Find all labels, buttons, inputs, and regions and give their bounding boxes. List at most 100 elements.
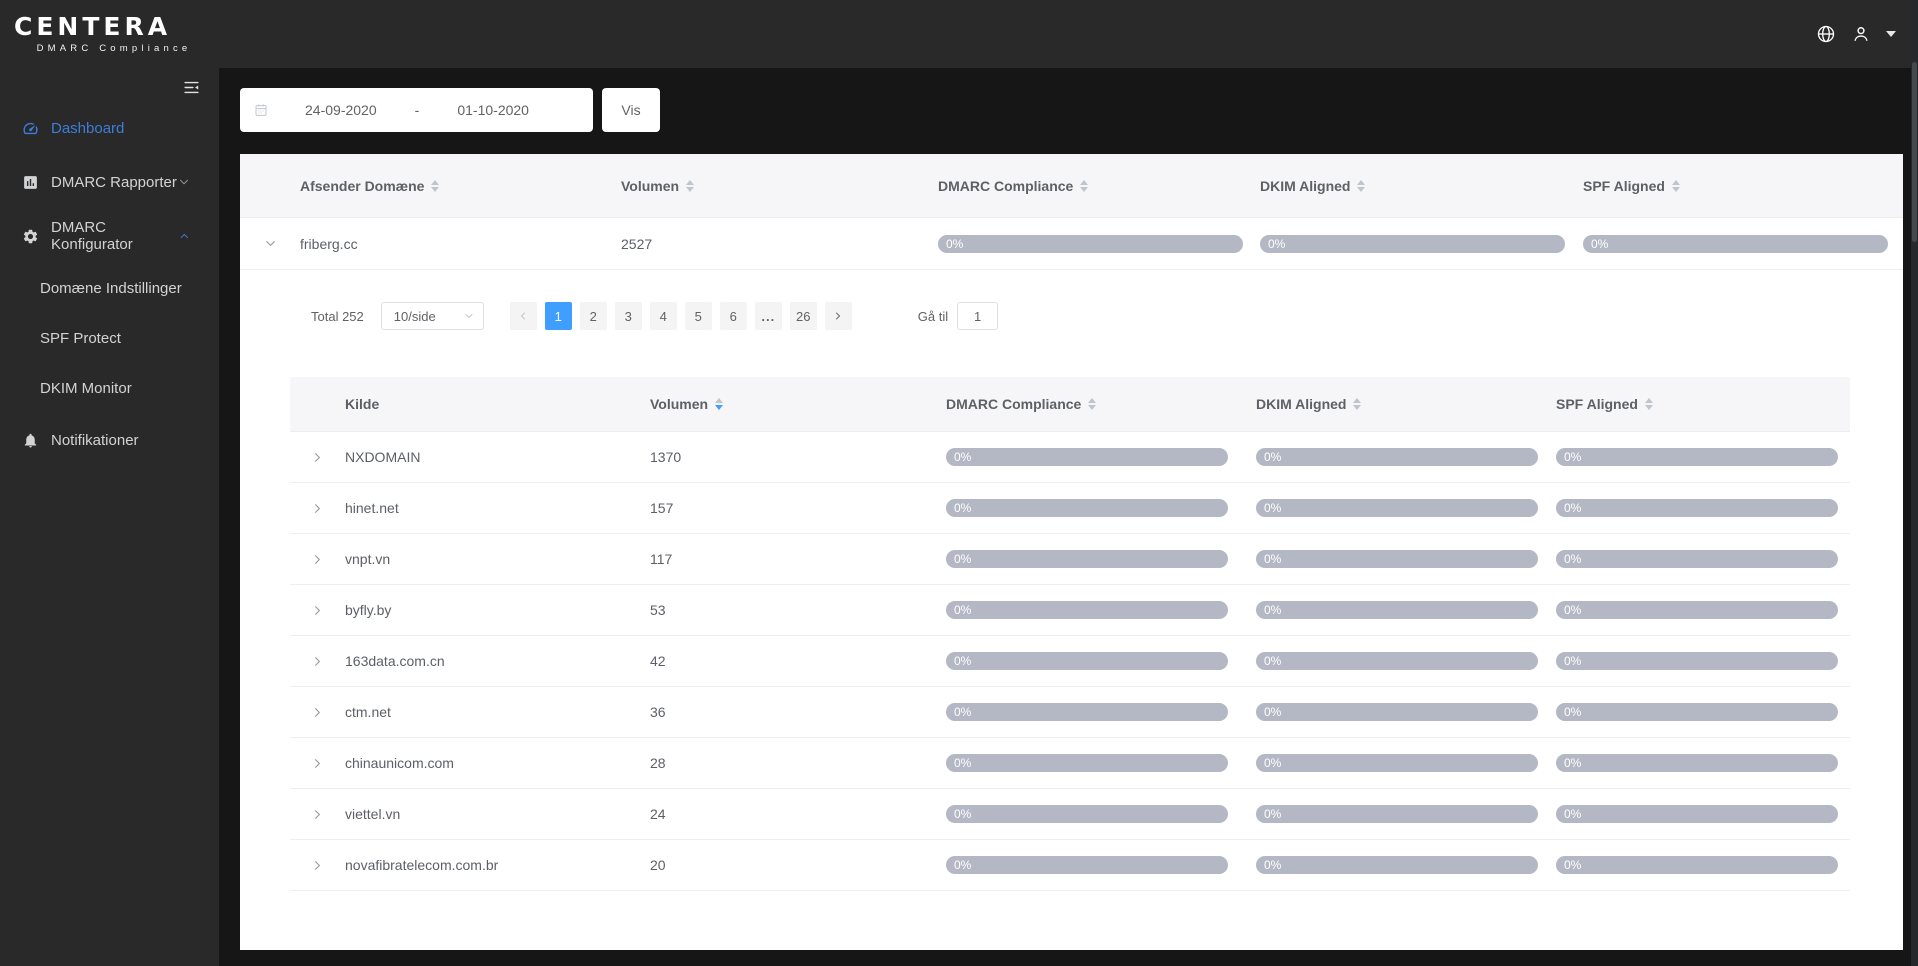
- progress-label: 0%: [1264, 807, 1281, 821]
- column-header-dmarc-compliance[interactable]: DMARC Compliance: [938, 178, 1260, 194]
- row-expander[interactable]: [290, 756, 345, 771]
- page-list: 123456... 26: [541, 302, 821, 330]
- row-expander[interactable]: [290, 552, 345, 567]
- sidebar-item-spf-protect[interactable]: SPF Protect: [0, 313, 219, 363]
- dkim-progress-bar: 0%: [1256, 856, 1538, 874]
- dkim-progress-bar: 0%: [1256, 499, 1538, 517]
- row-expander[interactable]: [290, 501, 345, 516]
- chevron-up-icon: [178, 229, 191, 243]
- menu-fold-icon[interactable]: [183, 79, 200, 96]
- progress-label: 0%: [954, 807, 971, 821]
- sidebar-item-dmarc-konfigurator[interactable]: DMARC Konfigurator: [0, 209, 219, 263]
- view-button[interactable]: Vis: [602, 88, 660, 132]
- source-cell: ctm.net: [345, 704, 650, 720]
- progress-label: 0%: [1564, 858, 1581, 872]
- volume-cell: 28: [650, 755, 946, 771]
- page-button-3[interactable]: 3: [615, 302, 642, 330]
- sidebar-item-domaene-indstillinger[interactable]: Domæne Indstillinger: [0, 263, 219, 313]
- column-header-dkim-aligned[interactable]: DKIM Aligned: [1260, 178, 1583, 194]
- date-to-value[interactable]: 01-10-2020: [421, 102, 565, 118]
- page-button-6[interactable]: 6: [720, 302, 747, 330]
- progress-label: 0%: [1591, 237, 1608, 251]
- page-button-26[interactable]: 26: [790, 302, 817, 330]
- row-expander[interactable]: [290, 807, 345, 822]
- column-label: SPF Aligned: [1556, 396, 1638, 412]
- sidebar-item-label: DMARC Rapporter: [51, 174, 177, 191]
- spf-progress-bar: 0%: [1556, 703, 1838, 721]
- column-label: DKIM Aligned: [1260, 178, 1350, 194]
- source-cell: vnpt.vn: [345, 551, 650, 567]
- column-header-dmarc-compliance[interactable]: DMARC Compliance: [946, 396, 1256, 412]
- row-expander[interactable]: [290, 654, 345, 669]
- row-expander[interactable]: [290, 603, 345, 618]
- brand-tagline: DMARC Compliance: [14, 43, 214, 54]
- page-size-select[interactable]: 10/side: [381, 302, 484, 330]
- prev-page-button[interactable]: [510, 302, 537, 330]
- calendar-icon: [253, 102, 269, 118]
- column-label: DMARC Compliance: [946, 396, 1081, 412]
- table-row: ctm.net 36 0% 0% 0%: [290, 687, 1850, 738]
- sidebar-item-label: Dashboard: [51, 120, 124, 137]
- goto-page-input[interactable]: [957, 302, 998, 330]
- row-expander[interactable]: [290, 450, 345, 465]
- sidebar-item-label: Domæne Indstillinger: [40, 280, 182, 297]
- page-button-2[interactable]: 2: [580, 302, 607, 330]
- pagination-total: Total 252: [311, 309, 364, 324]
- sort-carets-icon: [1088, 398, 1096, 410]
- progress-label: 0%: [1564, 603, 1581, 617]
- row-expander[interactable]: [240, 236, 300, 251]
- dkim-progress-bar: 0%: [1256, 805, 1538, 823]
- next-page-button[interactable]: [825, 302, 852, 330]
- chevron-right-icon: [310, 501, 325, 516]
- table-row: hinet.net 157 0% 0% 0%: [290, 483, 1850, 534]
- scrollbar[interactable]: [1911, 0, 1918, 966]
- sidebar-item-dmarc-rapporter[interactable]: DMARC Rapporter: [0, 155, 219, 209]
- scrollbar-thumb[interactable]: [1912, 62, 1917, 242]
- progress-label: 0%: [1264, 603, 1281, 617]
- volume-cell: 1370: [650, 449, 946, 465]
- column-header-volumen[interactable]: Volumen: [650, 396, 946, 412]
- column-header-spf-aligned[interactable]: SPF Aligned: [1556, 396, 1850, 412]
- chevron-right-icon: [832, 310, 844, 322]
- dmarc-progress-bar: 0%: [946, 652, 1228, 670]
- page-button-5[interactable]: 5: [685, 302, 712, 330]
- column-label: DKIM Aligned: [1256, 396, 1346, 412]
- volume-cell: 53: [650, 602, 946, 618]
- date-range-picker[interactable]: 24-09-2020 - 01-10-2020: [240, 88, 593, 132]
- chevron-right-icon: [310, 756, 325, 771]
- column-label: SPF Aligned: [1583, 178, 1665, 194]
- column-label: DMARC Compliance: [938, 178, 1073, 194]
- user-icon[interactable]: [1851, 24, 1871, 44]
- page-ellipsis[interactable]: ...: [755, 302, 782, 330]
- domains-table: Afsender DomæneVolumen DMARC Compliance DK…: [240, 154, 1903, 270]
- sidebar-item-dkim-monitor[interactable]: DKIM Monitor: [0, 363, 219, 413]
- brand-name: CENTERA: [14, 14, 214, 39]
- chevron-down-icon: [177, 175, 191, 189]
- dkim-progress-bar: 0%: [1256, 652, 1538, 670]
- row-expander[interactable]: [290, 858, 345, 873]
- sidebar-item-notifikationer[interactable]: Notifikationer: [0, 413, 219, 467]
- column-header-kilde[interactable]: Kilde: [345, 396, 650, 412]
- volume-cell: 24: [650, 806, 946, 822]
- sidebar-item-dashboard[interactable]: Dashboard: [0, 101, 219, 155]
- brand-logo: CENTERA DMARC Compliance: [14, 14, 214, 54]
- column-header-volumen[interactable]: Volumen: [621, 178, 938, 194]
- caret-down-icon[interactable]: [1886, 31, 1896, 37]
- page-button-1[interactable]: 1: [545, 302, 572, 330]
- table-row: viettel.vn 24 0% 0% 0%: [290, 789, 1850, 840]
- goto-page-label: Gå til: [918, 309, 948, 324]
- page-button-4[interactable]: 4: [650, 302, 677, 330]
- progress-label: 0%: [954, 450, 971, 464]
- chart-icon: [22, 174, 39, 191]
- date-from-value[interactable]: 24-09-2020: [269, 102, 413, 118]
- column-header-spf-aligned[interactable]: SPF Aligned: [1583, 178, 1903, 194]
- column-header-afsender-domaene[interactable]: Afsender Domæne: [300, 178, 621, 194]
- column-label: Kilde: [345, 396, 379, 412]
- row-expander[interactable]: [290, 705, 345, 720]
- source-cell: chinaunicom.com: [345, 755, 650, 771]
- globe-icon[interactable]: [1816, 24, 1836, 44]
- spf-progress-bar: 0%: [1556, 448, 1838, 466]
- progress-label: 0%: [1264, 858, 1281, 872]
- column-header-dkim-aligned[interactable]: DKIM Aligned: [1256, 396, 1556, 412]
- column-label: Volumen: [621, 178, 679, 194]
